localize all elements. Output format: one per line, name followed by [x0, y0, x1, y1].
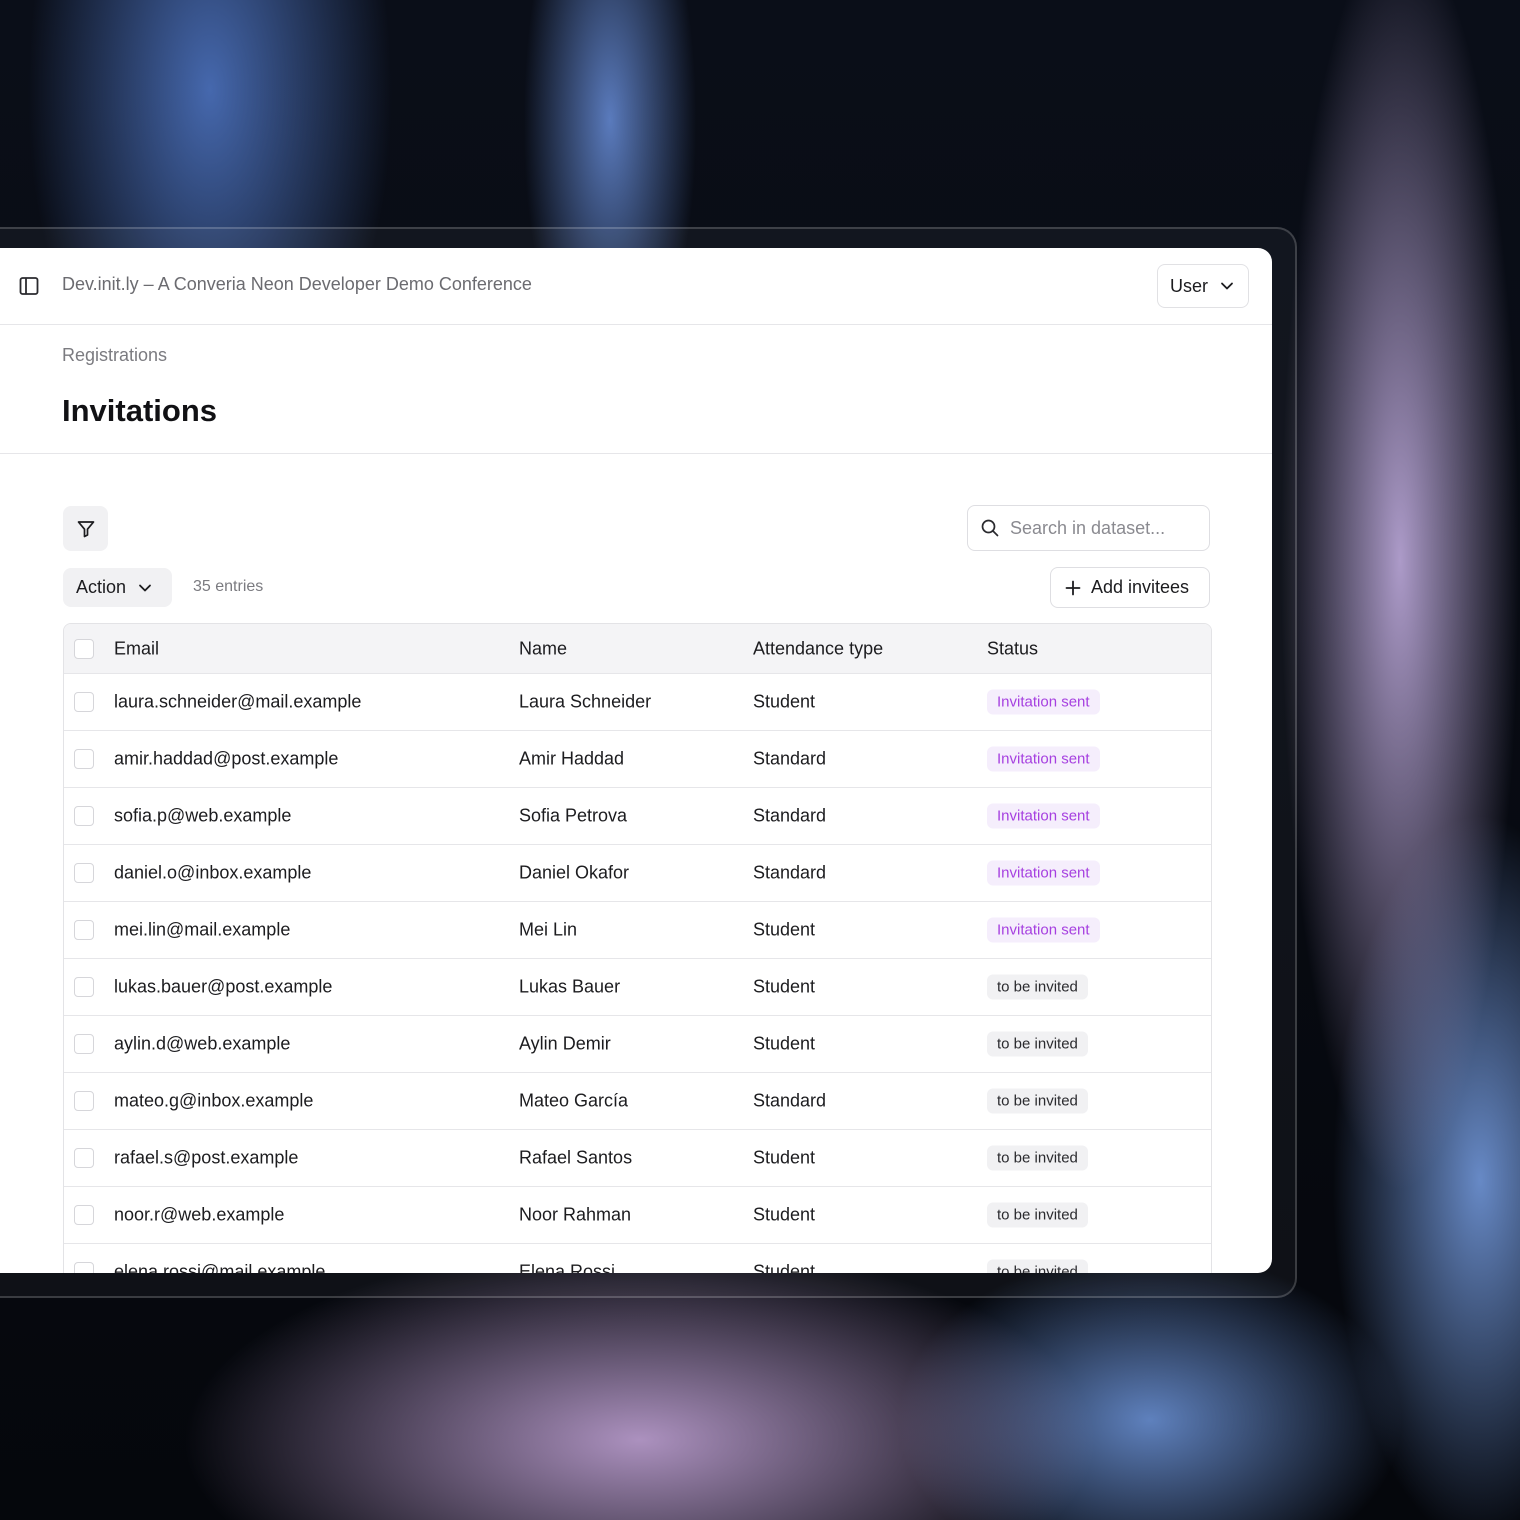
- row-attendance-type: Student: [753, 919, 816, 940]
- row-email: noor.r@web.example: [114, 1204, 285, 1225]
- row-email: sofia.p@web.example: [114, 805, 292, 826]
- row-checkbox[interactable]: [74, 920, 94, 940]
- row-attendance-type: Student: [753, 1033, 816, 1054]
- status-badge: Invitation sent: [987, 803, 1100, 829]
- table-row[interactable]: mateo.g@inbox.example Mateo García Stand…: [64, 1073, 1211, 1130]
- table-row[interactable]: noor.r@web.example Noor Rahman Student t…: [64, 1187, 1211, 1244]
- row-attendance-type: Student: [753, 691, 816, 712]
- status-badge: Invitation sent: [987, 746, 1100, 772]
- breadcrumb[interactable]: Registrations: [62, 345, 167, 366]
- user-menu-button[interactable]: User: [1157, 264, 1249, 308]
- status-badge: to be invited: [987, 1031, 1088, 1057]
- row-checkbox[interactable]: [74, 1148, 94, 1168]
- column-header-status[interactable]: Status: [987, 638, 1038, 659]
- table-row[interactable]: elena.rossi@mail.example Elena Rossi Stu…: [64, 1244, 1211, 1273]
- table-row[interactable]: lukas.bauer@post.example Lukas Bauer Stu…: [64, 959, 1211, 1016]
- row-attendance-type: Standard: [753, 862, 827, 883]
- row-name: Amir Haddad: [519, 748, 625, 769]
- row-attendance-type: Standard: [753, 805, 827, 826]
- table-row[interactable]: sofia.p@web.example Sofia Petrova Standa…: [64, 788, 1211, 845]
- row-name: Rafael Santos: [519, 1147, 633, 1168]
- select-all-checkbox[interactable]: [74, 638, 94, 659]
- status-badge: to be invited: [987, 1202, 1088, 1228]
- row-checkbox[interactable]: [74, 806, 94, 826]
- plus-icon: [1065, 580, 1081, 595]
- row-checkbox[interactable]: [74, 1034, 94, 1054]
- row-email: elena.rossi@mail.example: [114, 1261, 326, 1274]
- status-badge: Invitation sent: [987, 860, 1100, 886]
- row-name: Mei Lin: [519, 919, 578, 940]
- row-checkbox[interactable]: [74, 1205, 94, 1225]
- status-badge: to be invited: [987, 1145, 1088, 1171]
- top-bar: Dev.init.ly – A Converia Neon Developer …: [0, 248, 1272, 325]
- app-window: Dev.init.ly – A Converia Neon Developer …: [0, 248, 1272, 1273]
- row-attendance-type: Standard: [753, 1090, 827, 1111]
- page-header: Registrations Invitations: [0, 325, 1272, 454]
- filter-button[interactable]: [63, 506, 108, 551]
- search-input[interactable]: [1008, 516, 1202, 540]
- invitations-table: Email Name Attendance type Status laura.…: [63, 623, 1212, 1273]
- table-header-row: Email Name Attendance type Status: [64, 624, 1211, 674]
- table-row[interactable]: rafael.s@post.example Rafael Santos Stud…: [64, 1130, 1211, 1187]
- add-invitees-button[interactable]: Add invitees: [1050, 567, 1210, 608]
- row-email: lukas.bauer@post.example: [114, 976, 333, 997]
- filter-icon: [77, 520, 94, 537]
- entries-count: 35 entries: [193, 578, 264, 595]
- row-name: Noor Rahman: [519, 1204, 632, 1225]
- row-name: Lukas Bauer: [519, 976, 621, 997]
- row-email: rafael.s@post.example: [114, 1147, 299, 1168]
- row-checkbox[interactable]: [74, 692, 94, 712]
- user-menu-label: User: [1170, 275, 1209, 296]
- row-checkbox[interactable]: [74, 977, 94, 997]
- table-row[interactable]: laura.schneider@mail.example Laura Schne…: [64, 674, 1211, 731]
- row-name: Laura Schneider: [519, 691, 652, 712]
- row-attendance-type: Student: [753, 1147, 816, 1168]
- table-row[interactable]: mei.lin@mail.example Mei Lin Student Inv…: [64, 902, 1211, 959]
- row-name: Daniel Okafor: [519, 862, 630, 883]
- table-row[interactable]: amir.haddad@post.example Amir Haddad Sta…: [64, 731, 1211, 788]
- row-name: Sofia Petrova: [519, 805, 628, 826]
- row-attendance-type: Student: [753, 1204, 816, 1225]
- status-badge: Invitation sent: [987, 917, 1100, 943]
- column-header-email[interactable]: Email: [114, 638, 159, 659]
- row-attendance-type: Student: [753, 1261, 816, 1274]
- add-invitees-label: Add invitees: [1091, 577, 1190, 597]
- search-field[interactable]: [967, 505, 1210, 551]
- row-email: mateo.g@inbox.example: [114, 1090, 314, 1111]
- action-label: Action: [76, 577, 127, 597]
- row-email: amir.haddad@post.example: [114, 748, 339, 769]
- status-badge: to be invited: [987, 974, 1088, 1000]
- row-checkbox[interactable]: [74, 1091, 94, 1111]
- column-header-attendance-type[interactable]: Attendance type: [753, 638, 883, 659]
- chevron-down-icon: [139, 584, 151, 591]
- row-email: aylin.d@web.example: [114, 1033, 291, 1054]
- row-checkbox[interactable]: [74, 1262, 94, 1273]
- status-badge: Invitation sent: [987, 689, 1100, 715]
- sidebar-toggle-icon[interactable]: [19, 276, 39, 296]
- status-badge: to be invited: [987, 1088, 1088, 1114]
- row-email: laura.schneider@mail.example: [114, 691, 362, 712]
- row-attendance-type: Standard: [753, 748, 827, 769]
- row-name: Aylin Demir: [519, 1033, 611, 1054]
- row-email: daniel.o@inbox.example: [114, 862, 312, 883]
- table-row[interactable]: daniel.o@inbox.example Daniel Okafor Sta…: [64, 845, 1211, 902]
- row-attendance-type: Student: [753, 976, 816, 997]
- row-checkbox[interactable]: [74, 749, 94, 769]
- row-name: Mateo García: [519, 1090, 629, 1111]
- action-dropdown[interactable]: Action: [63, 568, 172, 607]
- table-row[interactable]: aylin.d@web.example Aylin Demir Student …: [64, 1016, 1211, 1073]
- row-name: Elena Rossi: [519, 1261, 616, 1274]
- page-title: Invitations: [62, 393, 218, 428]
- status-badge: to be invited: [987, 1259, 1088, 1273]
- chevron-down-icon: [1221, 282, 1233, 290]
- app-title: Dev.init.ly – A Converia Neon Developer …: [62, 274, 532, 294]
- row-checkbox[interactable]: [74, 863, 94, 883]
- column-header-name[interactable]: Name: [519, 638, 567, 659]
- search-icon: [981, 519, 999, 537]
- row-email: mei.lin@mail.example: [114, 919, 291, 940]
